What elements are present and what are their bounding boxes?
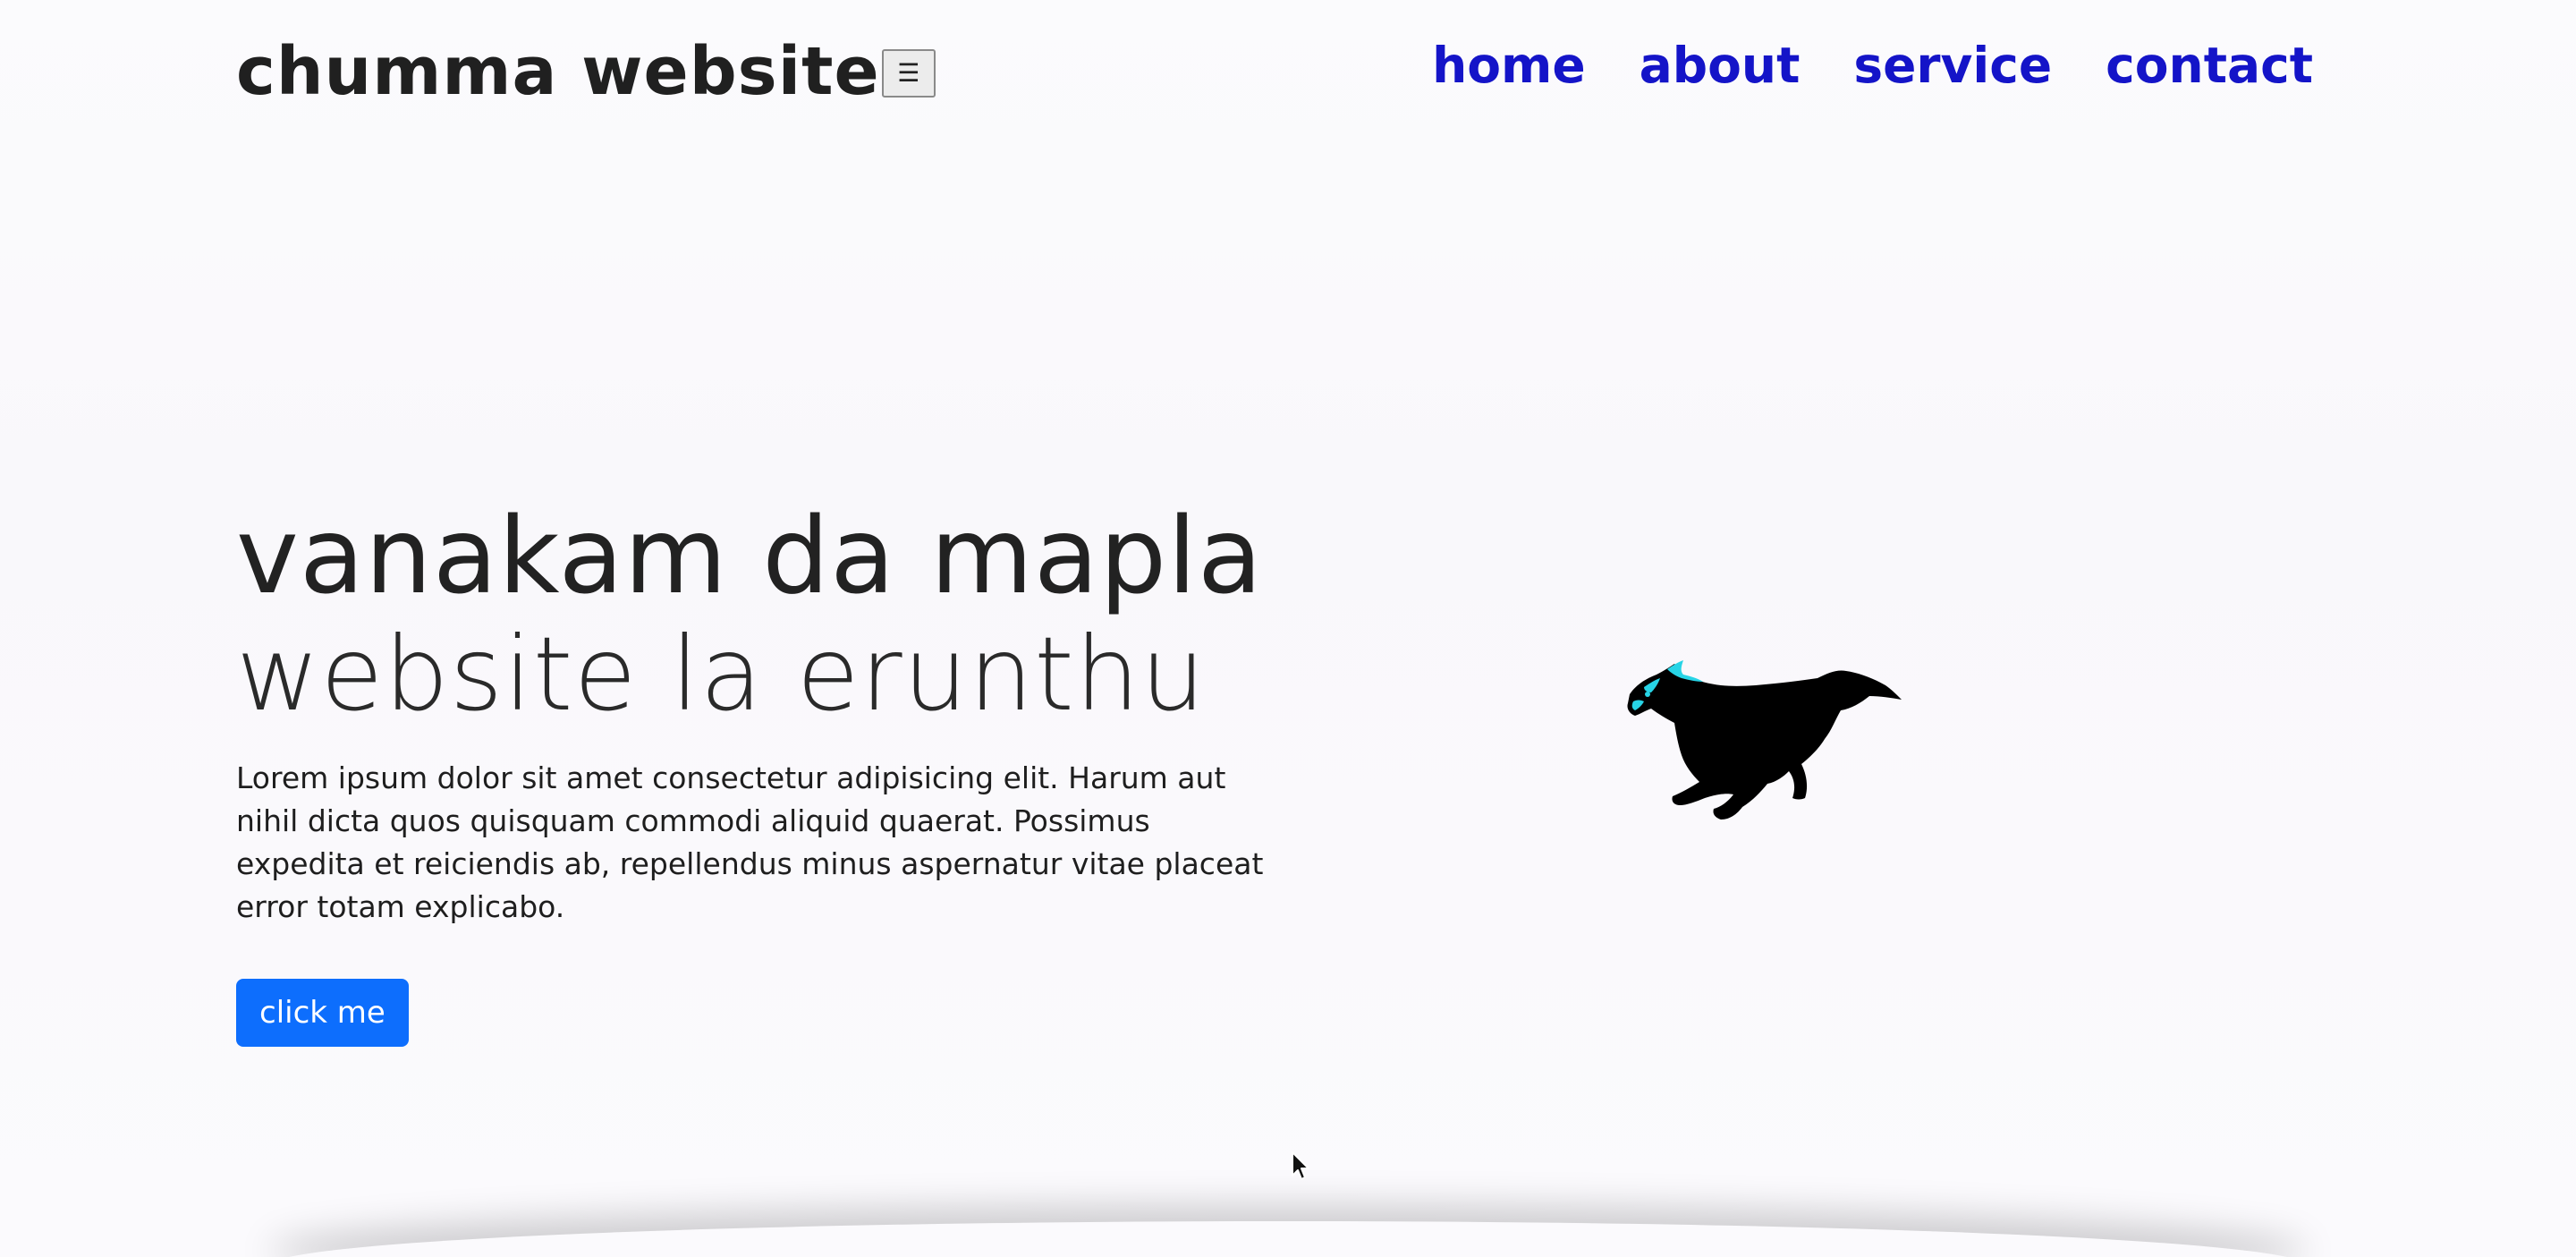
nav-link-about[interactable]: about	[1640, 36, 1801, 95]
hero-description: Lorem ipsum dolor sit amet consectetur a…	[236, 760, 1264, 924]
brand-title: chumma website	[236, 33, 880, 110]
running-horse-icon	[1617, 648, 1903, 827]
nav-link-service[interactable]: service	[1853, 36, 2052, 95]
main-nav: home about service contact	[1432, 36, 2313, 95]
next-section-edge	[268, 1221, 2308, 1257]
nav-link-home[interactable]: home	[1432, 36, 1586, 95]
hero-content: vanakam da mapla website la erunthu Lore…	[236, 497, 1327, 1047]
menu-toggle-button[interactable]: ☰	[881, 49, 936, 98]
click-me-button[interactable]: click me	[236, 978, 409, 1047]
page: chumma website ☰ home about service cont…	[0, 0, 2576, 1257]
nav-link-contact[interactable]: contact	[2106, 36, 2313, 95]
brand: chumma website ☰	[236, 27, 936, 116]
mouse-cursor-icon	[1291, 1151, 1312, 1183]
hero-title: vanakam da mapla	[236, 494, 1264, 617]
site-header: chumma website ☰ home about service cont…	[0, 0, 2576, 143]
hamburger-icon: ☰	[897, 58, 920, 88]
hero-subtitle: website la erunthu	[236, 615, 1207, 735]
